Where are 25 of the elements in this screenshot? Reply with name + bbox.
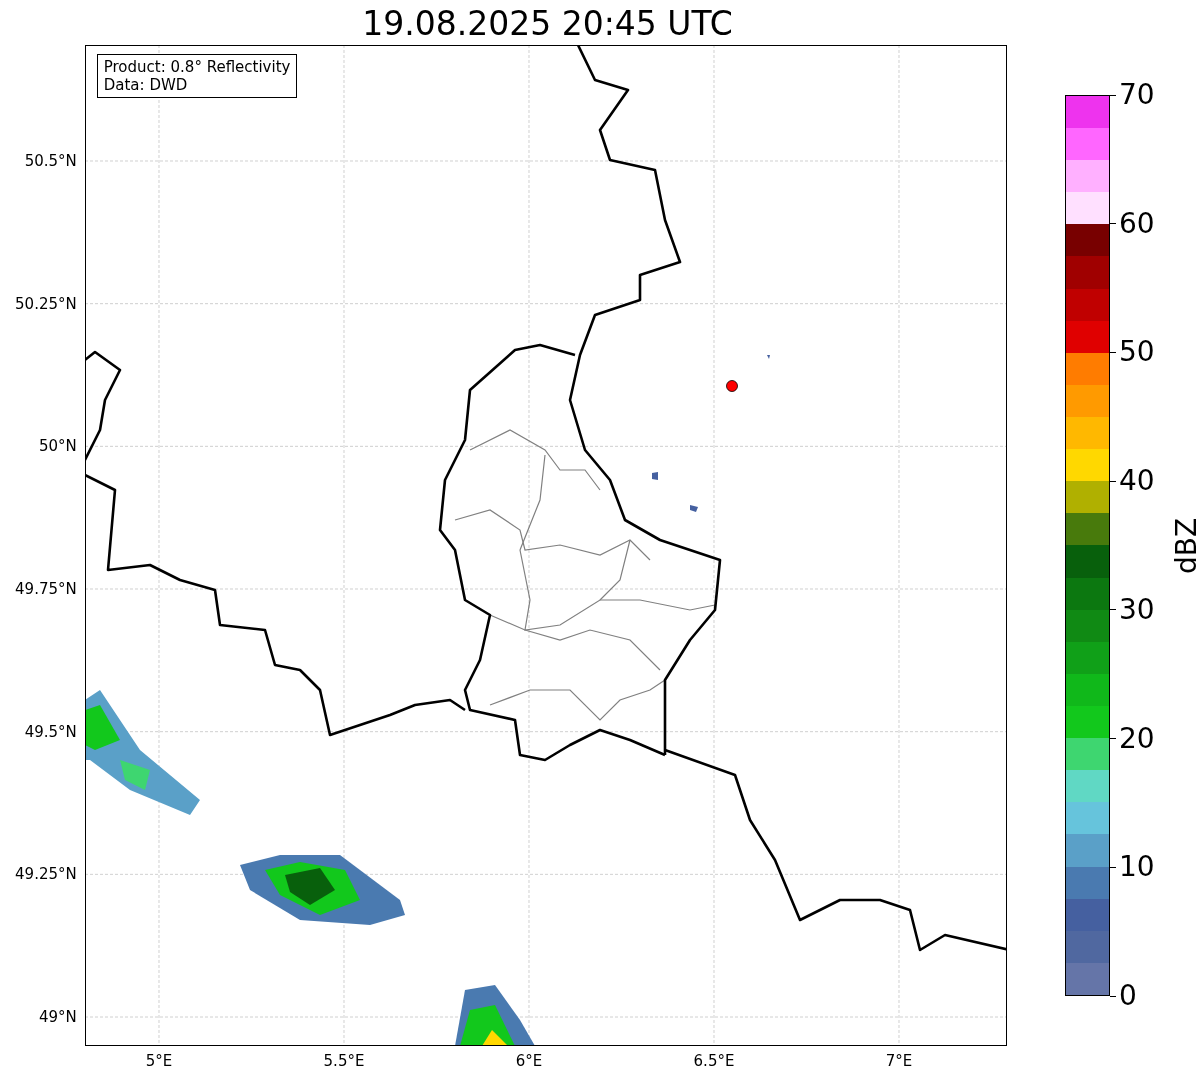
- colorbar-tick-label: 20: [1119, 722, 1155, 755]
- longitude-tick-label: 5°E: [144, 1052, 174, 1070]
- colorbar-tick-label: 70: [1119, 79, 1155, 111]
- longitude-tick-label: 6.5°E: [692, 1052, 736, 1070]
- colorbar-tick-label: 10: [1119, 851, 1155, 884]
- chart-title: 19.08.2025 20:45 UTC: [362, 3, 733, 45]
- legend-text: Product: 0.8° Reflectivity: [103, 58, 291, 76]
- colorbar-tick-label: 50: [1119, 336, 1155, 369]
- colorbar-label: dBZ: [1169, 517, 1202, 574]
- longitude-tick-label: 7°E: [884, 1052, 914, 1070]
- latitude-tick-label: 50°N: [38, 437, 77, 456]
- latitude-tick-label: 49.25°N: [15, 865, 77, 884]
- latitude-tick-label: 49.5°N: [24, 722, 77, 741]
- colorbar-tick-label: 60: [1119, 207, 1155, 240]
- location-marker-icon: [725, 380, 738, 392]
- latitude-tick-label: 50.25°N: [15, 294, 77, 313]
- legend-text: Data: DWD: [103, 76, 189, 94]
- latitude-tick-label: 49°N: [38, 1008, 77, 1026]
- colorbar-tick-label: 40: [1119, 465, 1155, 498]
- longitude-tick-label: 5.5°E: [322, 1052, 366, 1070]
- latitude-tick-label: 49.75°N: [15, 580, 77, 598]
- longitude-tick-label: 6°E: [514, 1052, 544, 1070]
- latitude-tick-label: 50.5°N: [24, 152, 77, 170]
- colorbar-tick-label: 30: [1119, 593, 1155, 626]
- colorbar-tick-label: 0: [1119, 980, 1137, 1012]
